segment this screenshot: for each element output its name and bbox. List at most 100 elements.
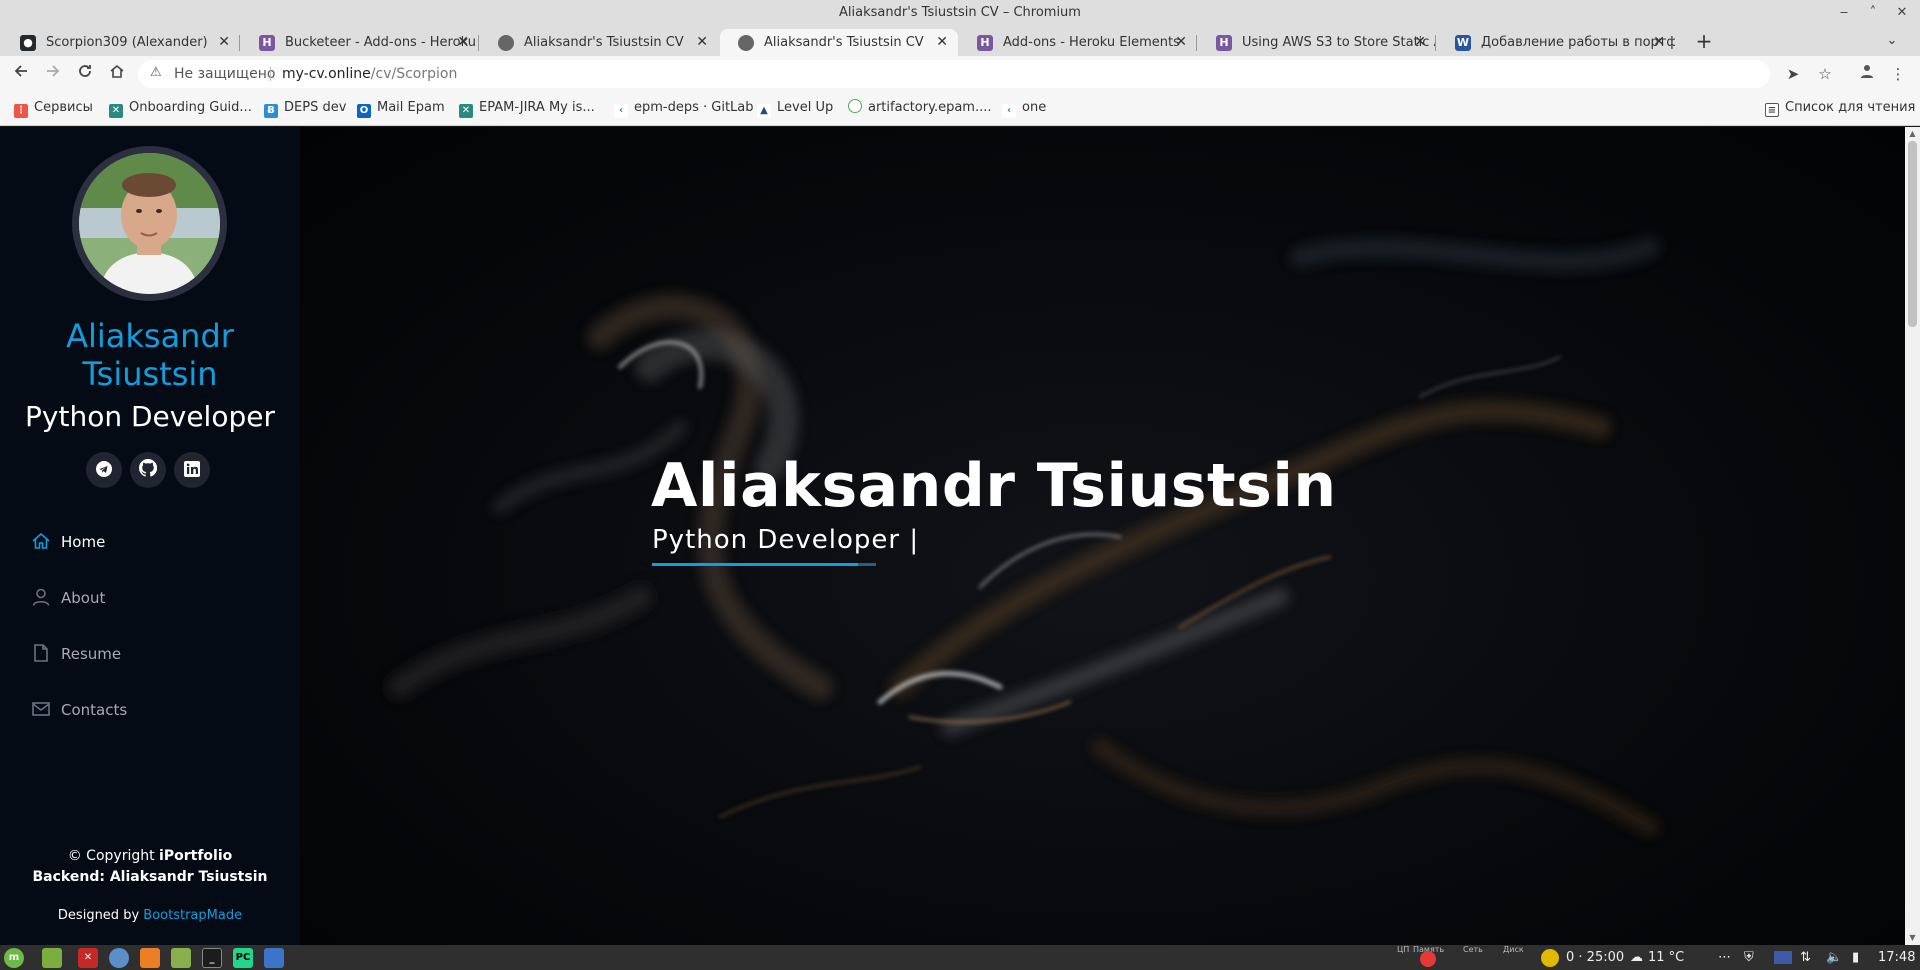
new-tab-button[interactable]: + — [1692, 26, 1716, 56]
close-icon[interactable]: ✕ — [218, 29, 230, 56]
maximize-button[interactable]: ˄ — [1863, 0, 1883, 26]
tab-divider — [478, 35, 479, 51]
scroll-down-arrow[interactable]: ▼ — [1905, 931, 1920, 945]
bookmark-item[interactable]: ✕ Onboarding Guid... — [109, 92, 252, 124]
close-window-button[interactable]: ✕ — [1892, 0, 1912, 26]
back-button[interactable] — [9, 62, 33, 86]
screenshot-icon[interactable] — [264, 948, 284, 968]
files-icon[interactable] — [171, 948, 191, 968]
copyright-brand: iPortfolio — [159, 848, 233, 864]
mint-menu-icon[interactable]: m — [4, 948, 24, 968]
show-desktop-icon[interactable] — [42, 948, 62, 968]
weather-icon[interactable]: ☁ — [1630, 945, 1643, 970]
pycharm-icon[interactable]: PC — [233, 948, 253, 968]
bookmark-item[interactable]: ‹ epm-deps · GitLab — [614, 92, 754, 124]
tab[interactable]: H Bucketeer - Add-ons - Heroku ✕ — [241, 29, 479, 56]
github-link[interactable] — [130, 452, 166, 488]
battery-icon[interactable]: ▮ — [1852, 945, 1859, 970]
tab-strip: ● Scorpion309 (Alexander) ✕ H Bucketeer … — [0, 26, 1920, 56]
terminal-icon[interactable]: _ — [202, 948, 222, 968]
linkedin-link[interactable] — [174, 452, 210, 488]
nav-label: About — [61, 589, 106, 607]
tab[interactable]: H Add-ons - Heroku Elements ✕ — [959, 29, 1197, 56]
chromium-icon[interactable] — [109, 948, 129, 968]
telegram-link[interactable] — [86, 452, 122, 488]
hero-background-image — [388, 237, 1660, 836]
bookmark-item[interactable]: ▲ Level Up — [757, 92, 833, 124]
arrow-right-icon — [47, 65, 60, 77]
jetbrains-toolbox-icon[interactable]: ✕ — [78, 948, 98, 968]
home-button[interactable] — [105, 62, 129, 86]
tab-title: Bucketeer - Add-ons - Heroku — [285, 35, 476, 50]
forward-button[interactable] — [41, 62, 65, 86]
scroll-up-arrow[interactable]: ▲ — [1905, 127, 1920, 141]
close-icon[interactable]: ✕ — [696, 29, 708, 56]
more-icon[interactable]: ⋯ — [1718, 945, 1731, 970]
nav-contacts[interactable]: Contacts — [30, 695, 270, 725]
bookmark-item[interactable]: Ƀ DEPS dev — [264, 92, 346, 124]
profile-name: Aliaksandr Tsiustsin — [0, 317, 300, 393]
bookmark-item[interactable]: O Mail Epam — [357, 92, 445, 124]
reading-list-button[interactable]: ≡ Список для чтения — [1765, 92, 1915, 124]
reload-button[interactable] — [73, 62, 97, 86]
heroku-icon: H — [977, 35, 993, 51]
insecure-label[interactable]: Не защищено — [174, 60, 275, 88]
scrollbar-thumb[interactable] — [1908, 141, 1917, 327]
tab[interactable]: Aliaksandr's Tsiustsin CV ✕ — [480, 29, 718, 56]
outlook-icon: O — [357, 104, 371, 118]
tab-active[interactable]: Aliaksandr's Tsiustsin CV ✕ — [720, 29, 958, 56]
weather-temp[interactable]: 11 °C — [1648, 945, 1684, 970]
close-icon[interactable]: ✕ — [936, 29, 948, 56]
divider — [270, 67, 271, 81]
heroku-icon: H — [259, 35, 275, 51]
reload-icon — [79, 65, 91, 77]
pomodoro-timer[interactable]: 0 · 25:00 — [1566, 945, 1624, 970]
url-text[interactable]: my-cv.online/cv/Scorpion — [282, 60, 457, 88]
tab-title: Aliaksandr's Tsiustsin CV — [524, 35, 684, 50]
nav-label: Contacts — [61, 701, 128, 719]
close-icon[interactable]: ✕ — [1653, 29, 1665, 56]
bookmark-item[interactable]: artifactory.epam.... — [848, 92, 992, 124]
linkedin-icon — [184, 461, 200, 477]
word-icon: W — [1455, 35, 1471, 51]
globe-icon — [498, 35, 514, 51]
close-icon[interactable]: ✕ — [1175, 29, 1187, 56]
clock[interactable]: 17:48 — [1878, 945, 1915, 970]
minimize-button[interactable]: ‒ — [1834, 0, 1854, 26]
github-icon — [138, 458, 158, 477]
copyright-line: © Copyright iPortfolio — [0, 846, 300, 867]
star-icon[interactable]: ☆ — [1813, 62, 1837, 86]
tab[interactable]: H Using AWS S3 to Store Static A ✕ — [1198, 29, 1436, 56]
warning-icon[interactable]: ⚠ — [150, 65, 162, 80]
tab[interactable]: W Добавление работы в портф ✕ — [1437, 29, 1675, 56]
network-icon[interactable]: ⇅ — [1800, 945, 1811, 970]
arrow-left-icon — [14, 65, 27, 77]
bookmark-item[interactable]: ⋮ Сервисы — [14, 92, 93, 124]
page-scrollbar[interactable]: ▲ ▼ — [1905, 127, 1920, 945]
bookmark-item[interactable]: ‹ one — [1002, 92, 1046, 124]
nav-about[interactable]: About — [30, 583, 270, 613]
tab[interactable]: ● Scorpion309 (Alexander) ✕ — [2, 29, 240, 56]
keyboard-layout-icon[interactable] — [1774, 951, 1792, 964]
tab-search-button[interactable]: ⌄ — [1882, 26, 1902, 56]
profile-icon[interactable] — [1855, 62, 1879, 86]
pomodoro-icon[interactable] — [1541, 949, 1559, 967]
bookmarks-bar: ⋮ Сервисы ✕ Onboarding Guid... Ƀ DEPS dev O… — [0, 92, 1920, 126]
tab-title: Aliaksandr's Tsiustsin CV — [764, 35, 924, 50]
close-icon[interactable]: ✕ — [1414, 29, 1426, 56]
bookmark-label: epm-deps · GitLab — [634, 100, 754, 115]
page-viewport: Aliaksandr Tsiustsin Python Developer Ho… — [0, 127, 1920, 945]
menu-icon[interactable]: ⋮ — [1886, 62, 1910, 86]
close-icon[interactable]: ✕ — [457, 29, 469, 56]
home-icon — [110, 64, 124, 78]
bookmark-item[interactable]: ✕ EPAM-JIRA My is... — [459, 92, 595, 124]
shield-icon[interactable]: ⛨ — [1744, 945, 1754, 970]
volume-icon[interactable]: 🔈 — [1826, 945, 1842, 970]
send-icon[interactable]: ➤ — [1781, 62, 1805, 86]
nav-resume[interactable]: Resume — [30, 639, 270, 669]
tab-divider — [1196, 35, 1197, 51]
postman-icon[interactable] — [140, 948, 160, 968]
bootstrapmade-link[interactable]: BootstrapMade — [143, 908, 242, 923]
nav-home[interactable]: Home — [30, 527, 270, 557]
address-bar[interactable]: ⚠ Не защищено my-cv.online/cv/Scorpion — [138, 60, 1770, 88]
